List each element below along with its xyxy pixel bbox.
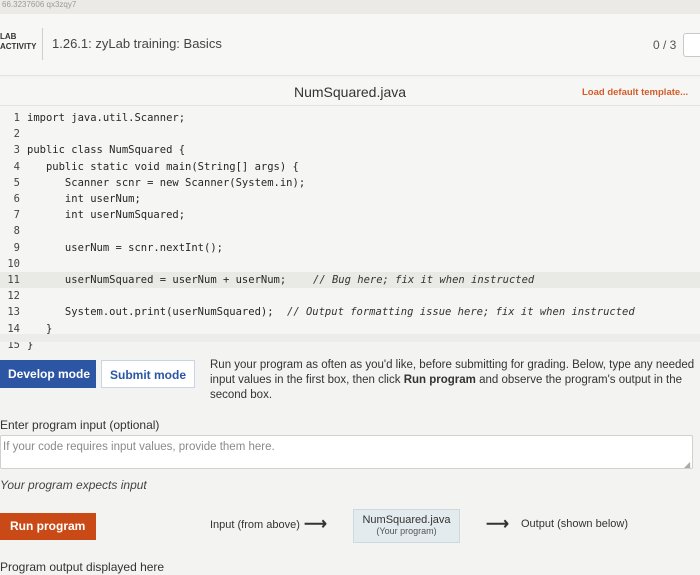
editor-separator <box>0 334 700 342</box>
code-line[interactable]: 3 public class NumSquared { <box>0 142 700 158</box>
line-number: 6 <box>13 193 20 205</box>
line-number: 4 <box>13 160 20 173</box>
develop-mode-button[interactable]: Develop mode <box>0 360 96 388</box>
code-editor[interactable]: 1 import java.util.Scanner; 2 3 public class… <box>0 106 700 351</box>
line-number: 2 <box>13 128 20 141</box>
code-comment: // Output formatting issue here; fix it … <box>287 306 635 319</box>
flow-input-label: Input (from above) <box>210 519 300 531</box>
line-number: 7 <box>13 209 20 222</box>
submit-mode-button[interactable]: Submit mode <box>101 360 195 388</box>
completion-checkbox <box>683 33 700 57</box>
code-text[interactable]: int userNumSquared; <box>27 207 185 223</box>
line-number: 12 <box>7 290 20 303</box>
mode-description-emphasis: Run program <box>403 374 476 386</box>
code-line[interactable]: 12 <box>0 288 700 304</box>
code-line[interactable]: 7 int userNumSquared; <box>0 207 700 223</box>
code-text[interactable]: Scanner scnr = new Scanner(System.in); <box>27 175 305 191</box>
code-text[interactable]: userNum = scnr.nextInt(); <box>27 240 223 256</box>
mode-description: Run your program as often as you'd like,… <box>210 358 696 403</box>
expects-input-note: Your program expects input <box>0 478 147 492</box>
line-number: 10 <box>7 257 20 270</box>
line-number: 5 <box>13 176 20 189</box>
run-program-button[interactable]: Run program <box>0 513 96 540</box>
editor-toolbar: NumSquared.java Load default template... <box>0 78 700 106</box>
top-strip: 66.3237606 qx3zqy7 <box>0 0 700 14</box>
code-line[interactable]: 1 import java.util.Scanner; <box>0 110 700 126</box>
program-input-label: Enter program input (optional) <box>0 418 160 432</box>
line-number: 3 <box>13 144 20 157</box>
code-text[interactable]: import java.util.Scanner; <box>27 110 185 126</box>
code-line[interactable]: 8 <box>0 223 700 239</box>
line-number: 13 <box>7 306 20 319</box>
activity-label: LAB ACTIVITY <box>0 32 37 51</box>
lab-header: LAB ACTIVITY 1.26.1: zyLab training: Bas… <box>0 14 700 76</box>
code-text[interactable]: int userNum; <box>27 191 141 207</box>
code-line[interactable]: 10 <box>0 256 700 272</box>
line-number: 8 <box>13 225 20 238</box>
arrow-right-icon: ⟶ <box>304 516 327 533</box>
code-comment: // Bug here; fix it when instructed <box>313 274 535 286</box>
program-input-field[interactable]: If your code requires input values, prov… <box>0 435 693 469</box>
flow-output-label: Output (shown below) <box>521 518 628 530</box>
code-line[interactable]: 4 public static void main(String[] args)… <box>0 159 700 175</box>
program-box-sub: (Your program) <box>376 526 437 536</box>
header-divider <box>42 28 43 60</box>
line-number: 11 <box>7 274 20 286</box>
code-line[interactable]: 5 Scanner scnr = new Scanner(System.in); <box>0 175 700 191</box>
code-line[interactable]: 9 userNum = scnr.nextInt(); <box>0 240 700 256</box>
code-text[interactable]: userNumSquared = userNum + userNum; <box>27 272 286 288</box>
code-line[interactable]: 6 int userNum; <box>0 191 700 207</box>
arrow-right-icon: ⟶ <box>486 516 509 533</box>
code-text[interactable]: public class NumSquared { <box>27 142 185 158</box>
program-box: NumSquared.java (Your program) <box>353 509 460 543</box>
code-text[interactable]: System.out.print(userNumSquared); <box>27 304 274 320</box>
code-text[interactable]: public static void main(String[] args) { <box>27 159 299 175</box>
program-output-label: Program output displayed here <box>0 560 165 574</box>
line-number: 9 <box>13 241 20 254</box>
program-box-name: NumSquared.java <box>362 514 451 526</box>
load-default-template-link[interactable]: Load default template... <box>582 87 688 98</box>
top-strip-text: 66.3237606 qx3zqy7 <box>2 0 77 9</box>
score-counter: 0 / 3 <box>653 38 677 52</box>
code-line[interactable]: 11 userNumSquared = userNum + userNum; //… <box>0 272 700 288</box>
lab-title: 1.26.1: zyLab training: Basics <box>52 36 222 51</box>
code-line[interactable]: 2 <box>0 126 700 142</box>
code-line[interactable]: 13 System.out.print(userNumSquared); // O… <box>0 304 700 320</box>
line-number: 1 <box>13 112 20 124</box>
resize-grip-icon[interactable]: ◢ <box>684 460 690 469</box>
